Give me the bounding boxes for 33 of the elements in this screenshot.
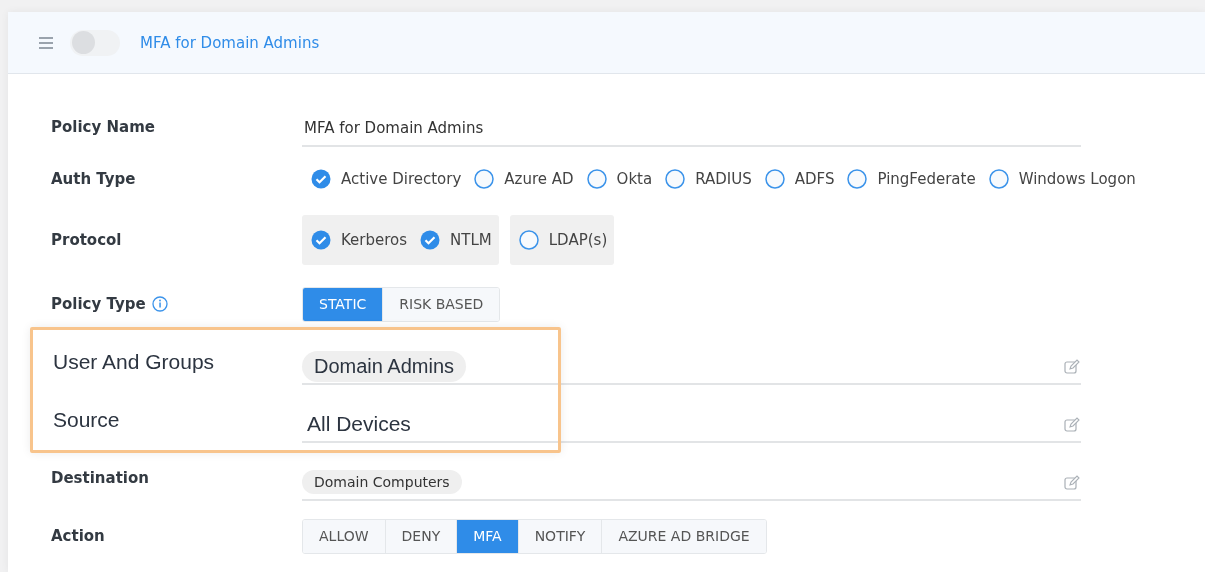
radio-option[interactable]: Okta [586, 169, 653, 189]
toggle-switch[interactable] [70, 29, 120, 56]
field-label: Policy Type [51, 295, 146, 313]
radio-option[interactable]: RADIUS [665, 169, 752, 189]
segment-button[interactable]: ALLOW [303, 519, 386, 553]
field-label: Protocol [51, 231, 122, 249]
checkbox-option[interactable]: NTLM [420, 230, 492, 250]
policy-name-field[interactable]: MFA for Domain Admins [302, 119, 484, 137]
checkbox-option[interactable]: LDAP(s) [518, 230, 608, 250]
field-label: Policy Name [51, 118, 155, 136]
radio-option[interactable]: Azure AD [474, 169, 574, 189]
segment-button[interactable]: DENY [385, 519, 458, 553]
edit-icon [1064, 358, 1080, 374]
source-field[interactable]: All Devices [302, 412, 1064, 436]
segment-button[interactable]: NOTIFY [518, 519, 603, 553]
radio-option[interactable]: Active Directory [311, 169, 462, 189]
field-label: Source [53, 408, 120, 432]
field-label: Destination [51, 469, 149, 487]
radio-option[interactable]: Windows Logon [988, 169, 1136, 189]
checkbox-option[interactable]: Kerberos [311, 230, 408, 250]
tag-chip: Domain Admins [302, 350, 467, 382]
field-label: Auth Type [51, 170, 136, 188]
policy-title: MFA for Domain Admins [140, 33, 320, 52]
tag-chip: Domain Computers [302, 470, 462, 494]
edit-icon [1064, 416, 1080, 432]
segment-button[interactable]: RISK BASED [383, 287, 500, 321]
field-label: User And Groups [53, 350, 215, 374]
field-label: Action [51, 527, 105, 545]
menu-icon [39, 36, 53, 49]
radio-option[interactable]: PingFederate [847, 169, 976, 189]
radio-option[interactable]: ADFS [764, 169, 835, 189]
edit-icon [1064, 474, 1080, 490]
segment-button[interactable]: AZURE AD BRIDGE [602, 519, 766, 553]
